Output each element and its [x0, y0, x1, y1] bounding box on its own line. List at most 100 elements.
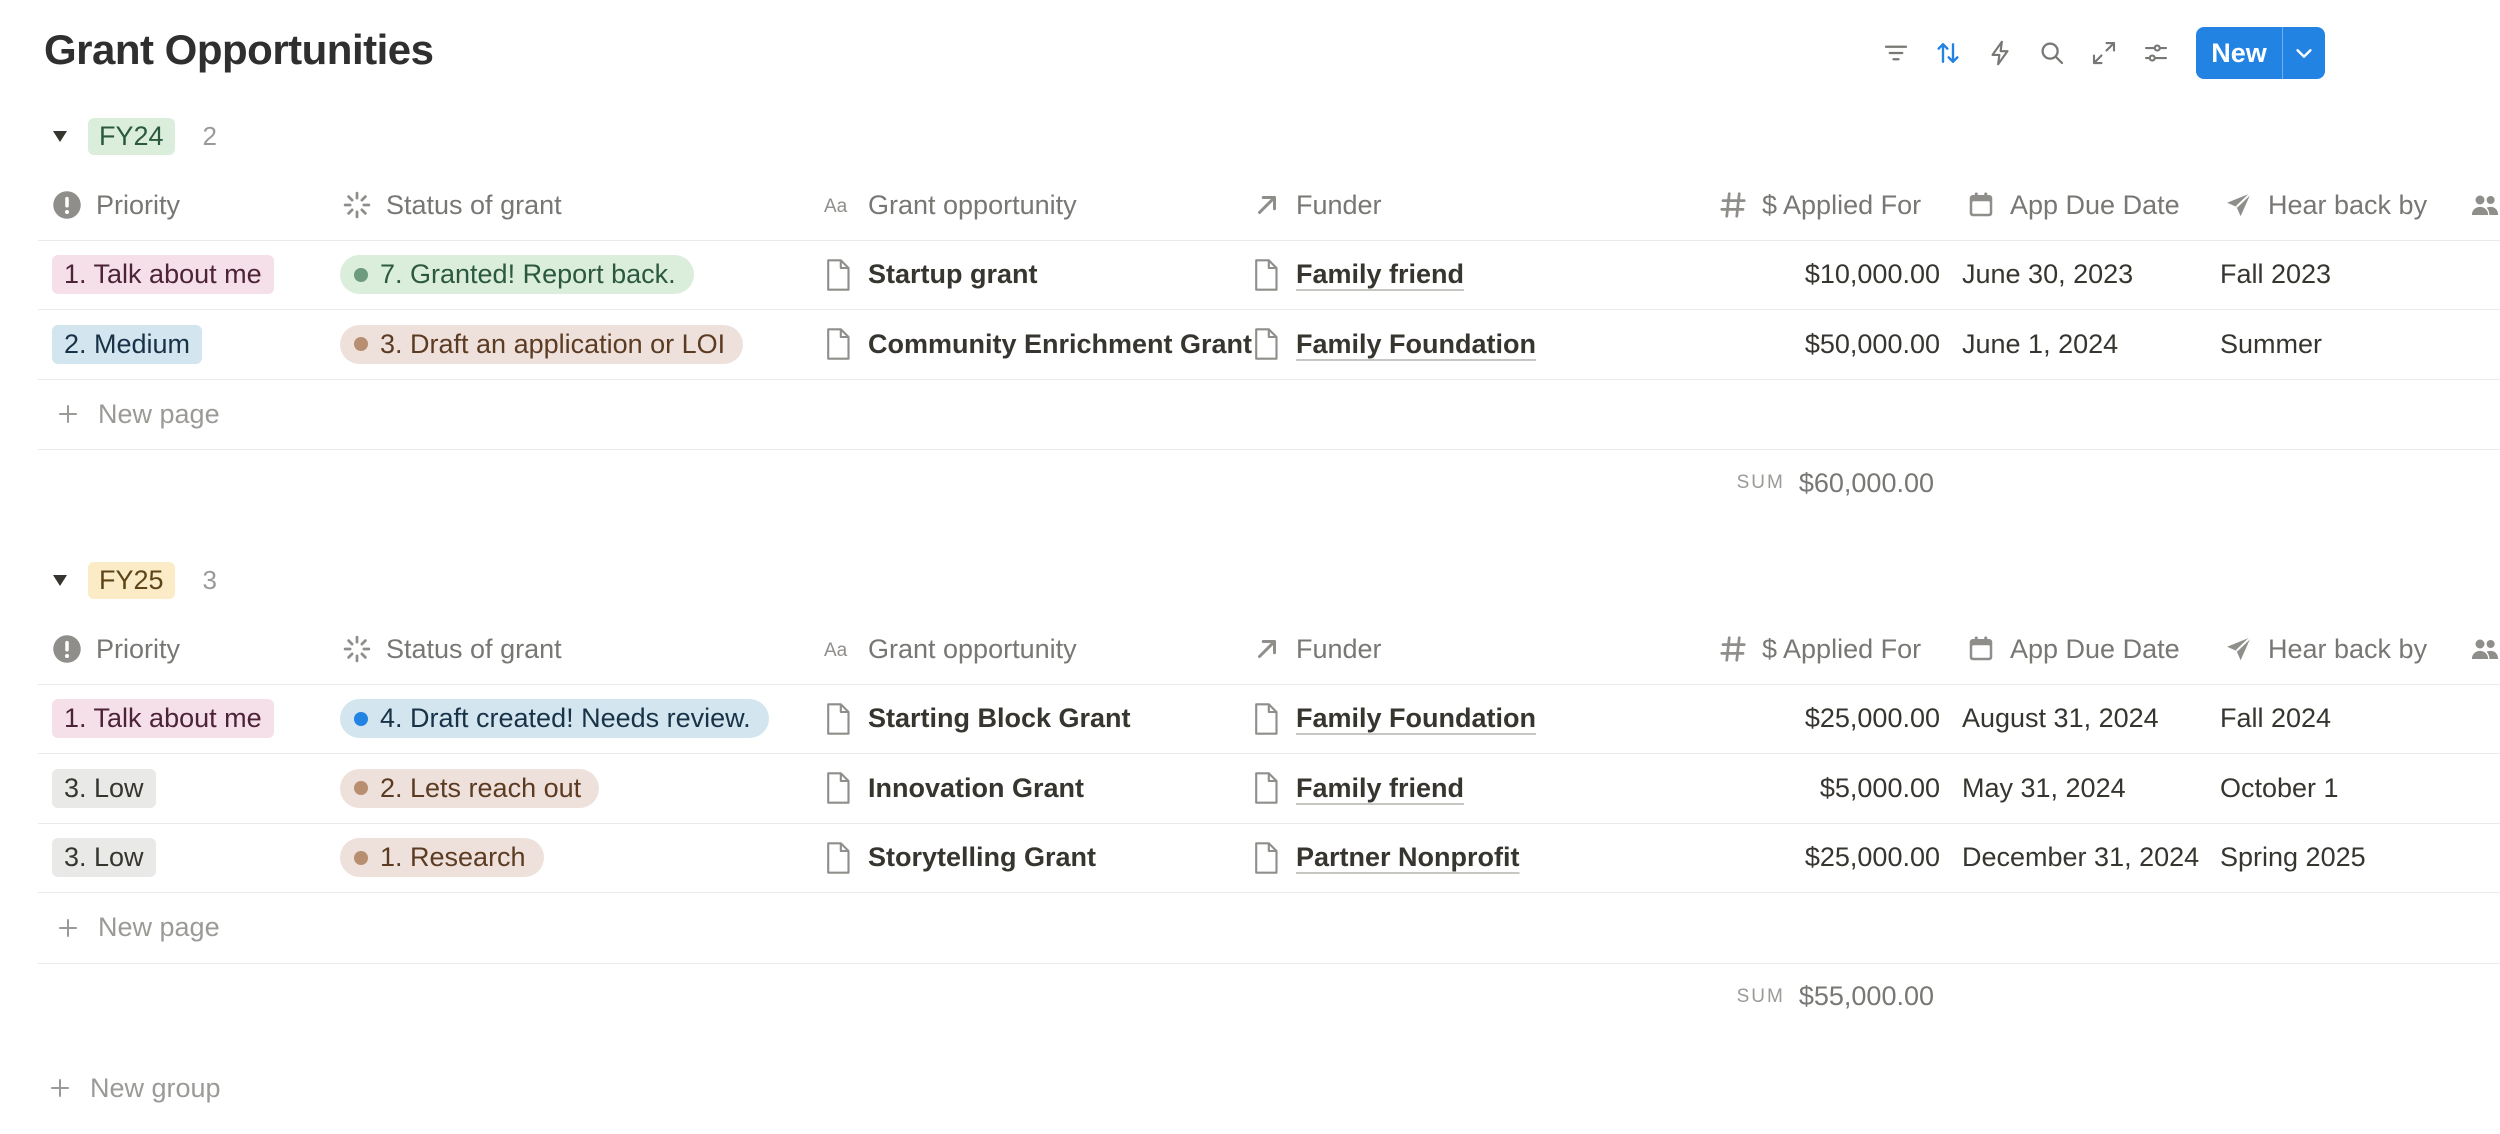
filter-icon[interactable] — [1870, 27, 1922, 79]
due-date-value: December 31, 2024 — [1962, 842, 2200, 872]
due-date-cell[interactable]: June 30, 2023 — [1962, 240, 2218, 309]
funder-link[interactable]: Family friend — [1296, 259, 1464, 290]
funder-link[interactable]: Family Foundation — [1296, 329, 1536, 360]
new-page-button[interactable]: New page — [38, 379, 2500, 450]
funder-link[interactable]: Family Foundation — [1296, 703, 1536, 734]
applied-cell[interactable]: $5,000.00 — [1718, 754, 1940, 823]
column-header-funder[interactable]: Funder — [1252, 170, 1382, 240]
relation-arrow-icon — [1258, 640, 1276, 658]
expand-icon[interactable] — [2078, 27, 2130, 79]
alert-circle-icon — [53, 191, 81, 219]
funder-cell[interactable]: Partner Nonprofit — [1252, 823, 1692, 892]
column-header-priority[interactable]: Priority — [52, 170, 180, 240]
sum-calculation[interactable]: SUM $60,000.00 — [1737, 448, 1934, 518]
page-icon — [1255, 328, 1278, 360]
opportunity-title: Innovation Grant — [868, 772, 1084, 803]
automation-icon[interactable] — [1974, 27, 2026, 79]
column-header-due[interactable]: App Due Date — [1966, 614, 2180, 684]
status-dot — [354, 781, 368, 795]
group-badge[interactable]: FY25 — [88, 561, 175, 599]
status-pill: 7. Granted! Report back. — [340, 255, 694, 294]
column-header-opportunity[interactable]: Aa Grant opportunity — [824, 170, 1077, 240]
status-label: 4. Draft created! Needs review. — [380, 703, 751, 733]
funder-cell[interactable]: Family friend — [1252, 240, 1692, 309]
due-date-cell[interactable]: June 1, 2024 — [1962, 310, 2218, 379]
status-pill: 3. Draft an application or LOI — [340, 324, 744, 364]
table-row[interactable]: 1. Talk about me 4. Draft created! Needs… — [38, 684, 2500, 754]
funder-link[interactable]: Partner Nonprofit — [1296, 842, 1520, 873]
funder-cell[interactable]: Family friend — [1252, 754, 1692, 823]
applied-cell[interactable]: $50,000.00 — [1718, 310, 1940, 379]
due-date-cell[interactable]: December 31, 2024 — [1962, 823, 2218, 892]
column-header-funder[interactable]: Funder — [1252, 614, 1382, 684]
priority-cell[interactable]: 3. Low — [52, 823, 322, 892]
table-row[interactable]: 1. Talk about me 7. Granted! Report back… — [38, 240, 2500, 310]
hear-back-cell[interactable]: Summer — [2220, 310, 2464, 379]
sum-calculation[interactable]: SUM $55,000.00 — [1737, 962, 1934, 1032]
group-badge[interactable]: FY24 — [88, 117, 175, 155]
settings-icon[interactable] — [2130, 27, 2182, 79]
page-icon — [1255, 841, 1278, 874]
column-label: App Due Date — [2010, 189, 2180, 220]
due-date-cell[interactable]: May 31, 2024 — [1962, 754, 2218, 823]
applied-value: $25,000.00 — [1804, 842, 1940, 872]
column-header-people[interactable] — [2470, 614, 2500, 684]
sort-icon[interactable] — [1922, 27, 1974, 79]
hear-back-cell[interactable]: October 1 — [2220, 754, 2464, 823]
new-dropdown-button[interactable] — [2282, 27, 2325, 79]
table-row[interactable]: 3. Low 1. Research Storytelling Grant Pa… — [38, 823, 2500, 893]
page-icon — [1255, 258, 1278, 291]
applied-cell[interactable]: $25,000.00 — [1718, 684, 1940, 753]
opportunity-cell[interactable]: Innovation Grant — [824, 754, 1272, 823]
column-header-status[interactable]: Status of grant — [342, 614, 562, 684]
applied-cell[interactable]: $25,000.00 — [1718, 823, 1940, 892]
column-header-status[interactable]: Status of grant — [342, 170, 562, 240]
status-cell[interactable]: 7. Granted! Report back. — [340, 240, 820, 309]
due-date-cell[interactable]: August 31, 2024 — [1962, 684, 2218, 753]
column-label: Grant opportunity — [868, 189, 1077, 220]
group-count: 2 — [202, 120, 218, 151]
funder-cell[interactable]: Family Foundation — [1252, 310, 1692, 379]
priority-cell[interactable]: 1. Talk about me — [52, 240, 322, 309]
column-header-people[interactable] — [2470, 170, 2500, 240]
column-header-hear[interactable]: Hear back by — [2224, 614, 2427, 684]
hear-back-cell[interactable]: Fall 2023 — [2220, 240, 2464, 309]
column-header-due[interactable]: App Due Date — [1966, 170, 2180, 240]
sum-label: SUM — [1736, 472, 1785, 493]
priority-tag: 1. Talk about me — [52, 699, 274, 738]
column-header-opportunity[interactable]: Aa Grant opportunity — [824, 614, 1077, 684]
opportunity-cell[interactable]: Startup grant — [824, 240, 1272, 309]
funder-cell[interactable]: Family Foundation — [1252, 684, 1692, 753]
search-icon[interactable] — [2026, 27, 2078, 79]
new-button[interactable]: New — [2196, 27, 2282, 79]
column-header-applied[interactable]: $ Applied For — [1718, 614, 1921, 684]
table-row[interactable]: 2. Medium 3. Draft an application or LOI… — [38, 310, 2500, 380]
status-label: 7. Granted! Report back. — [380, 259, 676, 289]
table-row[interactable]: 3. Low 2. Lets reach out Innovation Gran… — [38, 754, 2500, 824]
opportunity-cell[interactable]: Community Enrichment Grant — [824, 310, 1272, 379]
column-header-priority[interactable]: Priority — [52, 614, 180, 684]
column-label: Funder — [1296, 633, 1382, 664]
status-cell[interactable]: 4. Draft created! Needs review. — [340, 684, 820, 753]
funder-link[interactable]: Family friend — [1296, 773, 1464, 804]
sum-label: SUM — [1736, 985, 1785, 1007]
hear-back-cell[interactable]: Fall 2024 — [2220, 684, 2464, 753]
new-group-button[interactable]: New group — [48, 1068, 221, 1108]
collapse-toggle[interactable] — [48, 568, 72, 592]
new-page-button[interactable]: New page — [38, 893, 2500, 964]
hear-back-value: Summer — [2220, 328, 2323, 359]
priority-cell[interactable]: 1. Talk about me — [52, 684, 322, 753]
status-cell[interactable]: 2. Lets reach out — [340, 754, 820, 823]
opportunity-cell[interactable]: Starting Block Grant — [824, 684, 1272, 753]
status-cell[interactable]: 3. Draft an application or LOI — [340, 310, 820, 379]
opportunity-cell[interactable]: Storytelling Grant — [824, 823, 1272, 892]
sum-value: $60,000.00 — [1798, 467, 1934, 498]
column-header-applied[interactable]: $ Applied For — [1718, 170, 1921, 240]
collapse-toggle[interactable] — [48, 124, 72, 148]
priority-cell[interactable]: 3. Low — [52, 754, 322, 823]
applied-cell[interactable]: $10,000.00 — [1718, 240, 1940, 309]
hear-back-cell[interactable]: Spring 2025 — [2220, 823, 2464, 892]
status-cell[interactable]: 1. Research — [340, 823, 820, 892]
priority-cell[interactable]: 2. Medium — [52, 310, 322, 379]
column-header-hear[interactable]: Hear back by — [2224, 170, 2427, 240]
